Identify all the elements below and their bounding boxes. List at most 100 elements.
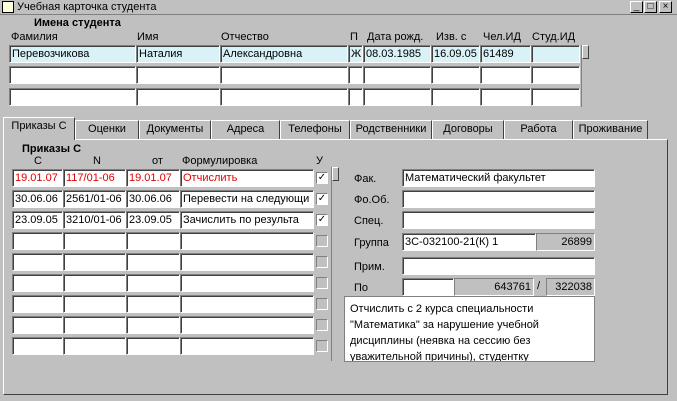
student-changed[interactable]: [431, 66, 480, 84]
student-gender[interactable]: [348, 88, 363, 106]
student-changed[interactable]: [431, 88, 480, 106]
order-from-cell[interactable]: [12, 253, 63, 271]
order-from-cell[interactable]: [12, 337, 63, 355]
maximize-button[interactable]: □: [644, 1, 657, 13]
order-date-cell[interactable]: [126, 337, 180, 355]
order-number-cell[interactable]: 3210/01-06: [63, 211, 126, 229]
col-header-order-flag: У: [316, 155, 323, 167]
student-patronymic[interactable]: Александровна: [220, 45, 348, 63]
order-wording-cell[interactable]: [180, 232, 314, 250]
student-last-name[interactable]: [9, 88, 136, 106]
tab-contracts[interactable]: Договоры: [432, 120, 504, 139]
tab-accommodation[interactable]: Проживание: [573, 120, 648, 139]
study-form-field[interactable]: [402, 190, 595, 208]
minimize-button[interactable]: _: [630, 1, 643, 13]
student-birth-date[interactable]: [363, 88, 431, 106]
order-flag-checkbox[interactable]: ✓: [316, 214, 328, 226]
by-code2-field: 322038: [546, 278, 595, 296]
student-student-id[interactable]: [531, 45, 580, 63]
student-gender[interactable]: Ж: [348, 45, 363, 63]
order-flag-checkbox[interactable]: ✓: [316, 193, 328, 205]
order-number-cell[interactable]: [63, 253, 126, 271]
scrollbar-thumb[interactable]: [582, 45, 589, 59]
specialty-field[interactable]: [402, 211, 595, 229]
order-date-cell[interactable]: [126, 232, 180, 250]
student-student-id[interactable]: [531, 88, 580, 106]
order-wording-cell[interactable]: [180, 316, 314, 334]
order-number-cell[interactable]: [63, 295, 126, 313]
student-person-id[interactable]: 61489: [480, 45, 531, 63]
student-person-id[interactable]: [480, 88, 531, 106]
student-first-name[interactable]: Наталия: [136, 45, 220, 63]
col-header-student-id: Студ.ИД: [532, 31, 576, 43]
order-flag-checkbox[interactable]: ✓: [316, 172, 328, 184]
order-number-cell[interactable]: 2561/01-06: [63, 190, 126, 208]
order-number-cell[interactable]: [63, 232, 126, 250]
order-from-cell[interactable]: [12, 274, 63, 292]
order-from-cell[interactable]: [12, 295, 63, 313]
student-changed[interactable]: 16.09.05: [431, 45, 480, 63]
order-from-cell[interactable]: [12, 232, 63, 250]
tab-work[interactable]: Работа: [504, 120, 573, 139]
order-wording-cell[interactable]: Перевести на следующи: [180, 190, 314, 208]
order-from-cell[interactable]: 19.01.07: [12, 169, 63, 187]
tab-relatives[interactable]: Родственники: [350, 120, 432, 139]
group-field[interactable]: 3С-032100-21(К) 1: [402, 233, 536, 251]
student-patronymic[interactable]: [220, 88, 348, 106]
order-wording-cell[interactable]: [180, 274, 314, 292]
title-bar: Учебная карточка студента _ □ ×: [0, 0, 677, 15]
order-number-cell[interactable]: 117/01-06: [63, 169, 126, 187]
order-wording-cell[interactable]: Отчислить: [180, 169, 314, 187]
student-list-scrollbar[interactable]: [581, 45, 589, 107]
order-from-cell[interactable]: [12, 316, 63, 334]
student-gender[interactable]: [348, 66, 363, 84]
tab-addresses[interactable]: Адреса: [211, 120, 280, 139]
col-header-order-number: N: [93, 155, 101, 167]
order-flag-checkbox[interactable]: [316, 256, 328, 268]
order-flag-checkbox[interactable]: [316, 298, 328, 310]
orders-scrollbar[interactable]: [331, 167, 339, 361]
student-person-id[interactable]: [480, 66, 531, 84]
col-header-order-from: С: [34, 155, 42, 167]
tab-grades[interactable]: Оценки: [75, 120, 139, 139]
student-patronymic[interactable]: [220, 66, 348, 84]
order-wording-cell[interactable]: Зачислить по результа: [180, 211, 314, 229]
order-wording-cell[interactable]: [180, 295, 314, 313]
order-date-cell[interactable]: [126, 274, 180, 292]
order-from-cell[interactable]: 30.06.06: [12, 190, 63, 208]
order-flag-checkbox[interactable]: [316, 319, 328, 331]
tab-phones[interactable]: Телефоны: [280, 120, 350, 139]
tab-documents[interactable]: Документы: [139, 120, 211, 139]
scrollbar-thumb[interactable]: [332, 167, 339, 181]
tab-orders[interactable]: Приказы С: [3, 117, 75, 140]
order-number-cell[interactable]: [63, 337, 126, 355]
order-flag-checkbox[interactable]: [316, 277, 328, 289]
student-last-name[interactable]: [9, 66, 136, 84]
student-last-name[interactable]: Перевозчикова: [9, 45, 136, 63]
order-from-cell[interactable]: 23.09.05: [12, 211, 63, 229]
student-birth-date[interactable]: [363, 66, 431, 84]
order-date-cell[interactable]: [126, 316, 180, 334]
faculty-field[interactable]: Математический факультет: [402, 169, 595, 187]
close-button[interactable]: ×: [659, 1, 672, 13]
order-date-cell[interactable]: [126, 253, 180, 271]
order-number-cell[interactable]: [63, 316, 126, 334]
order-wording-cell[interactable]: [180, 253, 314, 271]
by-field[interactable]: [402, 278, 454, 296]
order-date-cell[interactable]: 19.01.07: [126, 169, 180, 187]
student-student-id[interactable]: [531, 66, 580, 84]
order-comment-text[interactable]: Отчислить с 2 курса специальности "Матем…: [344, 296, 595, 362]
note-field[interactable]: [402, 257, 595, 275]
specialty-label: Спец.: [354, 215, 384, 227]
student-first-name[interactable]: [136, 88, 220, 106]
order-number-cell[interactable]: [63, 274, 126, 292]
order-wording-cell[interactable]: [180, 337, 314, 355]
order-date-cell[interactable]: 30.06.06: [126, 190, 180, 208]
app-icon: [2, 1, 14, 13]
order-date-cell[interactable]: [126, 295, 180, 313]
student-birth-date[interactable]: 08.03.1985: [363, 45, 431, 63]
order-flag-checkbox[interactable]: [316, 235, 328, 247]
order-flag-checkbox[interactable]: [316, 340, 328, 352]
order-date-cell[interactable]: 23.09.05: [126, 211, 180, 229]
student-first-name[interactable]: [136, 66, 220, 84]
